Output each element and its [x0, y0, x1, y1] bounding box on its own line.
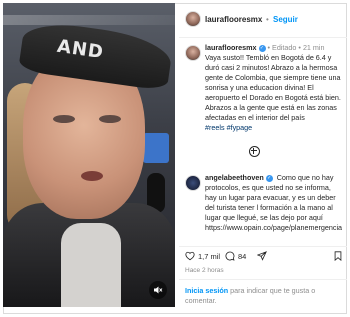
heart-icon — [185, 251, 195, 261]
verified-check-icon: ✓ — [258, 44, 266, 52]
comment-bubble-icon — [225, 251, 235, 261]
comment-username[interactable]: angelabeethoven — [205, 173, 264, 182]
shirt — [61, 223, 121, 307]
airport-sign — [143, 133, 169, 163]
action-bar: 1,7 mil 84 — [179, 246, 347, 267]
follow-separator: • — [266, 15, 269, 24]
caption-avatar[interactable] — [185, 45, 201, 61]
caption-hashtags[interactable]: #reels #fypage — [205, 123, 252, 132]
reel-video[interactable]: AND — [3, 3, 175, 307]
post-header: lauraflooresmx • Seguir — [179, 3, 347, 38]
header-username[interactable]: lauraflooresmx — [205, 15, 262, 24]
caption: lauraflooresmx ✓ • Editado • 21 min Vaya s… — [205, 43, 345, 133]
save-action[interactable] — [333, 251, 343, 261]
like-count: 1,7 mil — [198, 251, 221, 261]
login-prompt: Inicia sesión para indicar que te gusta … — [179, 279, 347, 306]
follow-button[interactable]: Seguir — [273, 15, 298, 24]
post-timestamp: Hace 2 horas — [185, 267, 224, 274]
mute-button[interactable] — [149, 281, 167, 299]
comment-item: angelabeethoven ✓ Como que no hay protoco… — [179, 173, 347, 237]
login-link[interactable]: Inicia sesión — [185, 286, 228, 295]
post-sidebar: lauraflooresmx • Seguir lauraflooresmx ✓ •… — [179, 3, 347, 314]
verified-check-icon: ✓ — [265, 174, 273, 182]
bookmark-icon — [334, 251, 342, 261]
mouth — [81, 171, 103, 181]
share-action[interactable] — [257, 251, 267, 261]
share-paper-plane-icon — [257, 251, 267, 261]
like-action[interactable]: 1,7 mil — [185, 251, 220, 261]
right-eye — [99, 115, 121, 123]
caption-text: Vaya susto!! Tembló en Bogotá de 6.4 y d… — [205, 53, 341, 122]
comment-avatar[interactable] — [185, 175, 201, 191]
speaker-muted-icon — [154, 286, 163, 294]
left-eye — [53, 115, 75, 123]
ceiling-light — [3, 15, 175, 25]
avatar[interactable] — [185, 11, 201, 27]
comment-action[interactable]: 84 — [225, 251, 246, 261]
edited-label: • Editado • — [267, 43, 301, 52]
comment-body: angelabeethoven ✓ Como que no hay protoco… — [205, 173, 343, 233]
comment-count: 84 — [238, 251, 247, 261]
caption-username[interactable]: lauraflooresmx — [205, 43, 257, 52]
load-more-comments-icon[interactable] — [249, 146, 260, 157]
caption-age: 21 min — [302, 43, 325, 52]
